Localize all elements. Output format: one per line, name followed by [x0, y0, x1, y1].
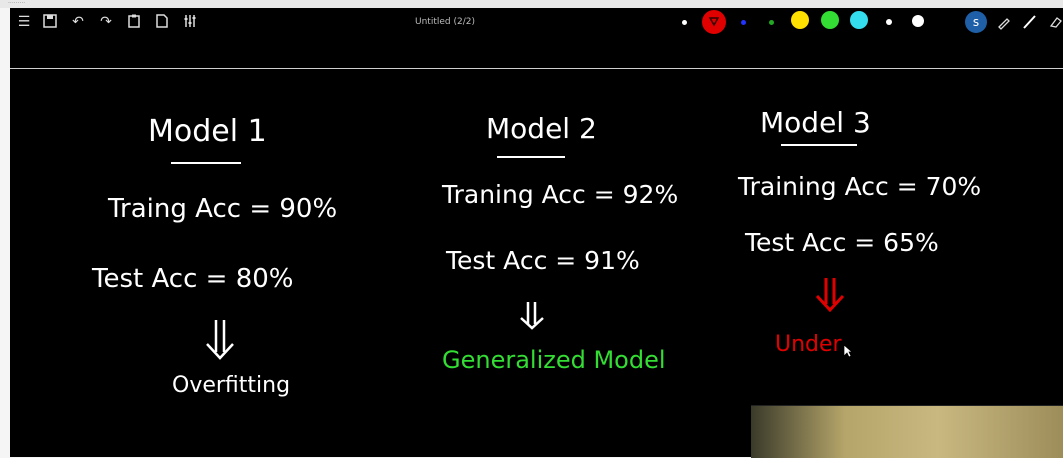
- model3-result: Under: [775, 332, 842, 357]
- model2-title: Model 2: [486, 112, 597, 145]
- save-icon[interactable]: [42, 14, 58, 30]
- mouse-cursor-icon: [843, 344, 853, 358]
- model3-train-acc: Training Acc = 70%: [738, 172, 982, 201]
- color-dot-white-small[interactable]: [682, 20, 687, 25]
- model1-title: Model 1: [148, 114, 267, 149]
- avatar-icon[interactable]: s: [965, 11, 987, 33]
- toolbar: ☰ ↶ ↷ Untitled (2/2) s: [10, 8, 1063, 38]
- model2-underline: [497, 156, 565, 158]
- model1-arrow: [206, 320, 234, 360]
- model1-underline: [171, 162, 241, 164]
- document-title: Untitled (2/2): [415, 17, 475, 27]
- color-green[interactable]: [821, 11, 839, 29]
- color-dot-blue[interactable]: [741, 20, 746, 25]
- highlighter-icon[interactable]: [996, 14, 1012, 30]
- eraser-icon[interactable]: [1048, 14, 1063, 30]
- model2-test-acc: Test Acc = 91%: [446, 246, 640, 275]
- page-icon[interactable]: [154, 14, 170, 30]
- undo-icon[interactable]: ↶: [70, 14, 86, 30]
- window-title-strip: .........: [0, 0, 1063, 8]
- model2-arrow: [520, 302, 544, 330]
- sliders-icon[interactable]: [182, 14, 198, 30]
- model3-underline: [781, 144, 857, 146]
- color-red-selected[interactable]: [702, 10, 726, 34]
- model2-train-acc: Traning Acc = 92%: [442, 180, 679, 209]
- color-cyan[interactable]: [850, 11, 868, 29]
- model1-train-acc: Traing Acc = 90%: [108, 194, 338, 224]
- whiteboard-canvas[interactable]: Model 1 Traing Acc = 90% Test Acc = 80% …: [10, 38, 1063, 458]
- size-small-dot[interactable]: [886, 19, 892, 25]
- webcam-overlay: [751, 405, 1063, 458]
- model2-result: Generalized Model: [442, 346, 666, 374]
- model1-result: Overfitting: [172, 373, 291, 398]
- window-title-ghost: .........: [8, 0, 26, 5]
- model3-title: Model 3: [760, 106, 871, 139]
- redo-icon[interactable]: ↷: [98, 14, 114, 30]
- model3-test-acc: Test Acc = 65%: [745, 228, 939, 257]
- color-yellow[interactable]: [791, 11, 809, 29]
- pen-icon[interactable]: [1022, 14, 1038, 30]
- clipboard-icon[interactable]: [126, 14, 142, 30]
- color-dot-green[interactable]: [769, 20, 774, 25]
- menu-icon[interactable]: ☰: [16, 14, 32, 30]
- model1-test-acc: Test Acc = 80%: [92, 264, 294, 294]
- canvas-divider: [10, 68, 1063, 69]
- size-medium-dot[interactable]: [912, 15, 924, 27]
- model3-arrow: [815, 278, 845, 312]
